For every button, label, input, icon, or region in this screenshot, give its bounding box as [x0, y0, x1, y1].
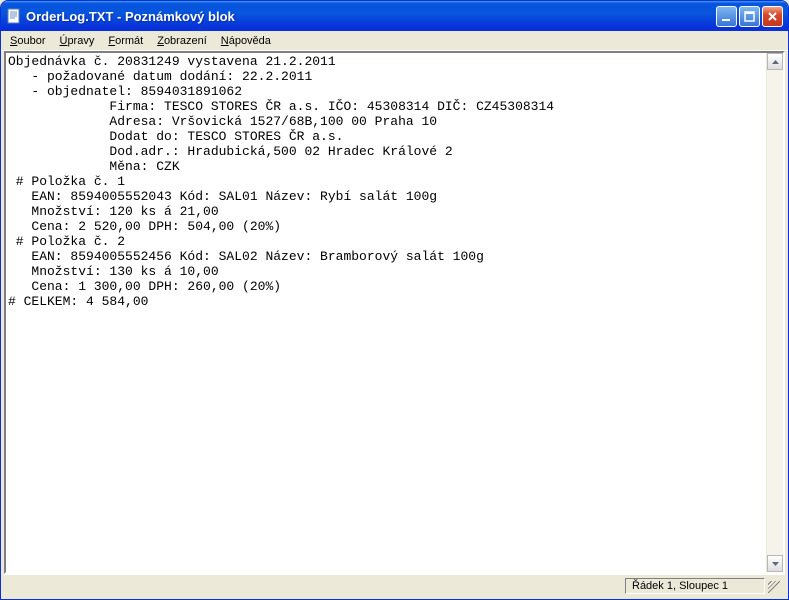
menu-format[interactable]: Formát: [101, 33, 150, 49]
window-controls: [716, 6, 783, 27]
notepad-window: OrderLog.TXT - Poznámkový blok Soubor Úp…: [0, 0, 789, 600]
minimize-button[interactable]: [716, 6, 737, 27]
close-button[interactable]: [762, 6, 783, 27]
titlebar[interactable]: OrderLog.TXT - Poznámkový blok: [1, 1, 788, 31]
menu-file[interactable]: Soubor: [3, 33, 52, 49]
notepad-icon: [6, 8, 22, 24]
statusbar: Řádek 1, Sloupec 1: [4, 574, 785, 596]
menu-help[interactable]: Nápověda: [214, 33, 278, 49]
menubar: Soubor Úpravy Formát Zobrazení Nápověda: [1, 31, 788, 51]
maximize-button[interactable]: [739, 6, 760, 27]
scroll-track[interactable]: [767, 70, 783, 555]
resize-grip-icon[interactable]: [765, 578, 781, 594]
scroll-up-button[interactable]: [767, 53, 783, 70]
window-title: OrderLog.TXT - Poznámkový blok: [26, 9, 716, 24]
menu-edit[interactable]: Úpravy: [52, 33, 101, 49]
client-area: Objednávka č. 20831249 vystavena 21.2.20…: [4, 51, 785, 574]
vertical-scrollbar[interactable]: [766, 53, 783, 572]
menu-view[interactable]: Zobrazení: [150, 33, 214, 49]
cursor-position: Řádek 1, Sloupec 1: [625, 578, 765, 594]
scroll-down-button[interactable]: [767, 555, 783, 572]
text-editor[interactable]: Objednávka č. 20831249 vystavena 21.2.20…: [6, 53, 766, 572]
